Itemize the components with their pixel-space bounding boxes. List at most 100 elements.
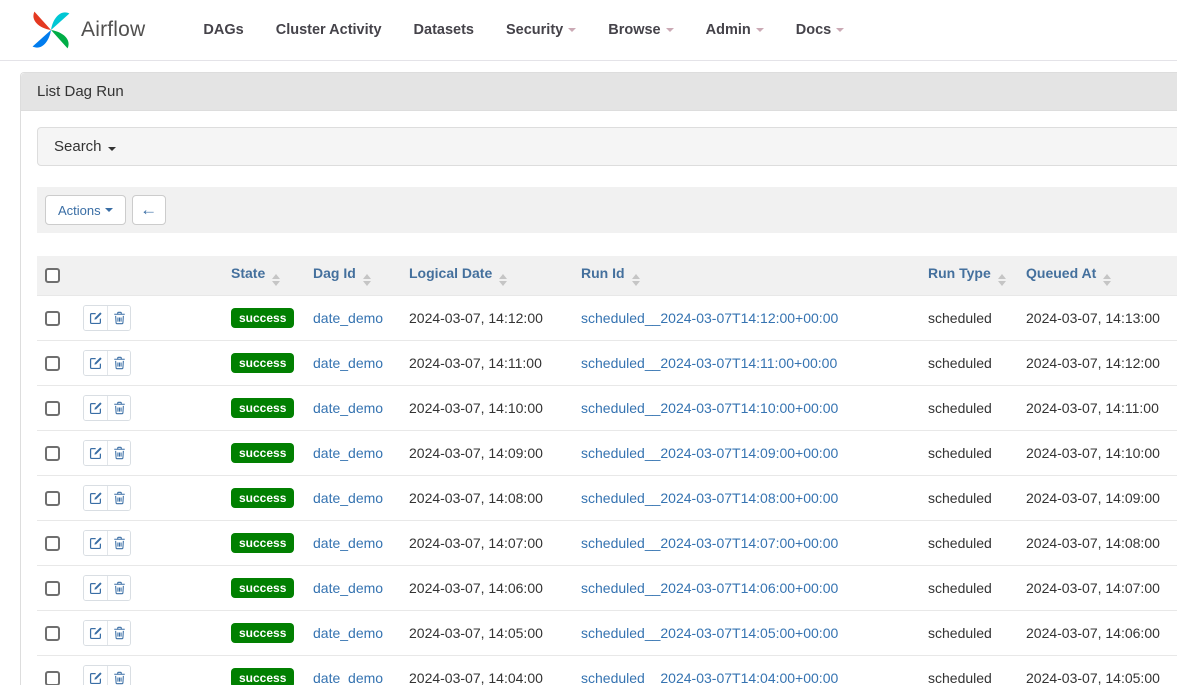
- run-type-cell: scheduled: [920, 521, 1018, 566]
- checkbox-cell: [37, 476, 75, 521]
- sort-link-run-id[interactable]: Run Id: [581, 265, 625, 281]
- pencil-square-icon: [89, 536, 103, 550]
- edit-button[interactable]: [84, 306, 107, 330]
- row-checkbox[interactable]: [45, 491, 60, 506]
- column-header-state: State: [223, 256, 305, 296]
- back-button[interactable]: ←: [132, 195, 166, 225]
- airflow-brand[interactable]: Airflow: [28, 7, 145, 53]
- select-all-header: [37, 256, 75, 296]
- chevron-down-icon: [756, 28, 764, 32]
- dag-id-cell: date_demo: [305, 431, 401, 476]
- nav-item-browse[interactable]: Browse: [592, 12, 689, 48]
- nav-item-cluster-activity[interactable]: Cluster Activity: [260, 12, 398, 48]
- status-badge: success: [231, 533, 294, 553]
- row-checkbox[interactable]: [45, 671, 60, 685]
- delete-button[interactable]: [107, 396, 130, 420]
- dag-id-link[interactable]: date_demo: [313, 310, 383, 326]
- dag-id-cell: date_demo: [305, 386, 401, 431]
- row-checkbox[interactable]: [45, 311, 60, 326]
- row-actions-cell: [75, 566, 223, 611]
- nav-item-datasets[interactable]: Datasets: [398, 12, 490, 48]
- run-type-cell: scheduled: [920, 431, 1018, 476]
- dag-id-link[interactable]: date_demo: [313, 445, 383, 461]
- list-dag-run-panel: List Dag Run Search Actions ← StateDag I…: [20, 72, 1177, 685]
- queued-at-cell: 2024-03-07, 14:07:00: [1018, 566, 1177, 611]
- dag-id-link[interactable]: date_demo: [313, 670, 383, 685]
- row-actions-group: [83, 440, 131, 466]
- sort-link-queued-at[interactable]: Queued At: [1026, 265, 1096, 281]
- row-actions-group: [83, 530, 131, 556]
- nav-item-admin[interactable]: Admin: [690, 12, 780, 48]
- row-checkbox[interactable]: [45, 626, 60, 641]
- logical-date-cell: 2024-03-07, 14:08:00: [401, 476, 573, 521]
- trash-icon: [113, 446, 126, 460]
- row-actions-group: [83, 575, 131, 601]
- edit-button[interactable]: [84, 396, 107, 420]
- delete-button[interactable]: [107, 621, 130, 645]
- edit-button[interactable]: [84, 531, 107, 555]
- state-cell: success: [223, 566, 305, 611]
- chevron-down-icon: [108, 147, 116, 151]
- dag-id-link[interactable]: date_demo: [313, 355, 383, 371]
- dag-id-link[interactable]: date_demo: [313, 535, 383, 551]
- row-checkbox[interactable]: [45, 401, 60, 416]
- status-badge: success: [231, 488, 294, 508]
- run-id-link[interactable]: scheduled__2024-03-07T14:09:00+00:00: [581, 445, 838, 461]
- edit-button[interactable]: [84, 621, 107, 645]
- edit-button[interactable]: [84, 441, 107, 465]
- sort-link-logical-date[interactable]: Logical Date: [409, 265, 492, 281]
- run-id-link[interactable]: scheduled__2024-03-07T14:06:00+00:00: [581, 580, 838, 596]
- logical-date-cell: 2024-03-07, 14:09:00: [401, 431, 573, 476]
- delete-button[interactable]: [107, 441, 130, 465]
- delete-button[interactable]: [107, 531, 130, 555]
- logical-date-cell: 2024-03-07, 14:07:00: [401, 521, 573, 566]
- run-id-link[interactable]: scheduled__2024-03-07T14:07:00+00:00: [581, 535, 838, 551]
- delete-button[interactable]: [107, 666, 130, 685]
- column-header-logical-date: Logical Date: [401, 256, 573, 296]
- run-type-cell: scheduled: [920, 296, 1018, 341]
- search-accordion-toggle[interactable]: Search: [37, 127, 1177, 166]
- run-id-link[interactable]: scheduled__2024-03-07T14:05:00+00:00: [581, 625, 838, 641]
- chevron-down-icon: [836, 28, 844, 32]
- row-checkbox[interactable]: [45, 356, 60, 371]
- dag-id-link[interactable]: date_demo: [313, 400, 383, 416]
- state-cell: success: [223, 341, 305, 386]
- logical-date-cell: 2024-03-07, 14:10:00: [401, 386, 573, 431]
- queued-at-cell: 2024-03-07, 14:10:00: [1018, 431, 1177, 476]
- run-id-link[interactable]: scheduled__2024-03-07T14:04:00+00:00: [581, 670, 838, 685]
- delete-button[interactable]: [107, 486, 130, 510]
- run-id-cell: scheduled__2024-03-07T14:04:00+00:00: [573, 656, 920, 685]
- row-checkbox[interactable]: [45, 446, 60, 461]
- dag-id-link[interactable]: date_demo: [313, 580, 383, 596]
- run-id-link[interactable]: scheduled__2024-03-07T14:08:00+00:00: [581, 490, 838, 506]
- sort-link-state[interactable]: State: [231, 265, 265, 281]
- pencil-square-icon: [89, 446, 103, 460]
- nav-item-docs[interactable]: Docs: [780, 12, 860, 48]
- nav-item-security[interactable]: Security: [490, 12, 592, 48]
- row-checkbox[interactable]: [45, 581, 60, 596]
- edit-button[interactable]: [84, 576, 107, 600]
- sort-link-dag-id[interactable]: Dag Id: [313, 265, 356, 281]
- checkbox-cell: [37, 296, 75, 341]
- delete-button[interactable]: [107, 306, 130, 330]
- actions-toolbar: Actions ←: [37, 187, 1177, 233]
- chevron-down-icon: [568, 28, 576, 32]
- checkbox-cell: [37, 566, 75, 611]
- run-id-link[interactable]: scheduled__2024-03-07T14:10:00+00:00: [581, 400, 838, 416]
- edit-button[interactable]: [84, 666, 107, 685]
- nav-item-dags[interactable]: DAGs: [187, 12, 259, 48]
- row-checkbox[interactable]: [45, 536, 60, 551]
- select-all-checkbox[interactable]: [45, 268, 60, 283]
- row-actions-cell: [75, 476, 223, 521]
- actions-dropdown-button[interactable]: Actions: [45, 195, 126, 225]
- dag-id-link[interactable]: date_demo: [313, 625, 383, 641]
- edit-button[interactable]: [84, 351, 107, 375]
- delete-button[interactable]: [107, 576, 130, 600]
- run-id-cell: scheduled__2024-03-07T14:07:00+00:00: [573, 521, 920, 566]
- run-id-link[interactable]: scheduled__2024-03-07T14:11:00+00:00: [581, 355, 837, 371]
- delete-button[interactable]: [107, 351, 130, 375]
- edit-button[interactable]: [84, 486, 107, 510]
- dag-id-link[interactable]: date_demo: [313, 490, 383, 506]
- sort-link-run-type[interactable]: Run Type: [928, 265, 991, 281]
- run-id-link[interactable]: scheduled__2024-03-07T14:12:00+00:00: [581, 310, 838, 326]
